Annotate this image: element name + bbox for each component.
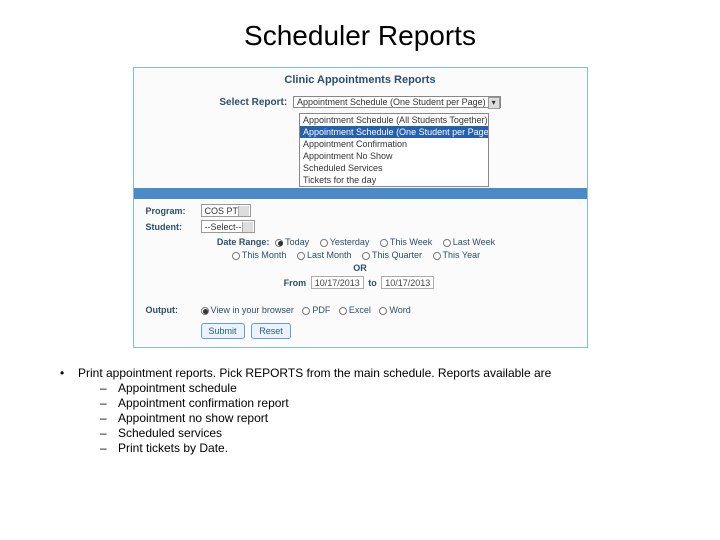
radio-label: PDF [312,305,330,315]
radio-dot-icon [320,239,328,247]
report-option[interactable]: Scheduled Services [300,162,488,174]
note-text: Print appointment reports. Pick REPORTS … [78,366,551,380]
radio-this-week[interactable]: This Week [380,237,432,247]
select-report-dropdown[interactable]: Appointment Schedule (One Student per Pa… [293,96,501,109]
output-label: Output: [146,305,201,315]
radio-output-pdf[interactable]: PDF [302,305,330,315]
radio-this-month[interactable]: This Month [232,250,287,260]
report-panel: Clinic Appointments Reports Select Repor… [133,67,588,348]
radio-label: Last Week [453,237,495,247]
note-line: Print appointment reports. Pick REPORTS … [60,366,680,381]
radio-dot-icon [362,252,370,260]
radio-label: This Quarter [372,250,422,260]
program-label: Program: [146,206,201,216]
program-select[interactable]: COS PT [201,204,252,217]
note-text: Scheduled services [118,426,222,440]
radio-dot-icon [380,239,388,247]
report-option[interactable]: Tickets for the day [300,174,488,186]
note-text: Appointment no show report [118,411,268,425]
radio-label: This Month [242,250,287,260]
radio-last-month[interactable]: Last Month [297,250,352,260]
select-report-label: Select Report: [219,97,287,108]
radio-dot-icon [232,252,240,260]
note-subitem: Appointment schedule [60,381,680,396]
radio-dot-icon [339,307,347,315]
radio-today[interactable]: Today [275,237,309,247]
radio-dot-icon [433,252,441,260]
radio-this-year[interactable]: This Year [433,250,481,260]
radio-dot-icon [379,307,387,315]
from-date-field[interactable]: 10/17/2013 [311,276,364,289]
note-text: Appointment confirmation report [118,396,289,410]
output-row: Output: View in your browser PDF Excel W… [146,305,575,315]
radio-dot-icon [297,252,305,260]
radio-this-quarter[interactable]: This Quarter [362,250,422,260]
radio-output-excel[interactable]: Excel [339,305,371,315]
blue-divider [134,188,587,199]
report-option[interactable]: Appointment Confirmation [300,138,488,150]
select-report-row: Select Report: Appointment Schedule (One… [134,96,587,113]
radio-dot-icon [302,307,310,315]
student-select[interactable]: --Select-- [201,220,255,233]
radio-dot-icon [275,239,283,247]
radio-label: Today [285,237,309,247]
radio-label: This Year [443,250,481,260]
note-text: Print tickets by Date. [118,441,228,455]
radio-dot-icon [443,239,451,247]
note-subitem: Print tickets by Date. [60,441,680,456]
radio-last-week[interactable]: Last Week [443,237,495,247]
slide-title: Scheduler Reports [0,0,720,62]
radio-label: Last Month [307,250,352,260]
report-option[interactable]: Appointment No Show [300,150,488,162]
from-label: From [284,278,307,288]
note-subitem: Appointment confirmation report [60,396,680,411]
radio-dot-icon [201,307,209,315]
to-label: to [368,278,377,288]
report-option[interactable]: Appointment Schedule (All Students Toget… [300,114,488,126]
slide-notes: Print appointment reports. Pick REPORTS … [0,358,720,456]
chevron-down-icon[interactable]: ▾ [488,97,500,109]
to-date-field[interactable]: 10/17/2013 [381,276,434,289]
note-subitem: Appointment no show report [60,411,680,426]
student-label: Student: [146,222,201,232]
radio-label: This Week [390,237,432,247]
student-row: Student: --Select-- [146,220,575,233]
radio-label: Word [389,305,410,315]
radio-output-word[interactable]: Word [379,305,410,315]
radio-label: View in your browser [211,305,294,315]
report-option[interactable]: Appointment Schedule (One Student per Pa… [300,126,488,138]
reset-button[interactable]: Reset [251,323,291,339]
note-text: Appointment schedule [118,381,237,395]
radio-yesterday[interactable]: Yesterday [320,237,370,247]
or-label: OR [146,263,575,273]
radio-label: Yesterday [330,237,370,247]
radio-output-browser[interactable]: View in your browser [201,305,294,315]
select-report-value: Appointment Schedule (One Student per Pa… [293,96,501,108]
program-row: Program: COS PT [146,204,575,217]
panel-heading: Clinic Appointments Reports [134,68,587,96]
submit-button[interactable]: Submit [201,323,245,339]
date-range-block: Date Range: Today Yesterday This Week La… [146,237,575,295]
date-range-label: Date Range: [217,237,270,247]
radio-label: Excel [349,305,371,315]
select-report-options[interactable]: Appointment Schedule (All Students Toget… [299,113,489,187]
note-subitem: Scheduled services [60,426,680,441]
